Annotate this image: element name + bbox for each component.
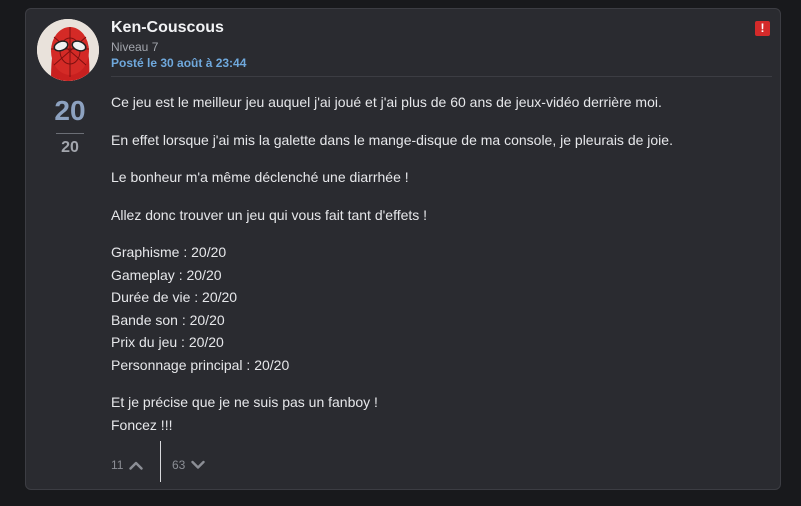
author-level: Niveau 7 — [111, 40, 159, 54]
chevron-up-icon — [129, 461, 144, 470]
rating-item: Prix du jeu : 20/20 — [111, 334, 224, 350]
exclamation-icon: ! — [760, 21, 765, 35]
downvote-count: 63 — [172, 458, 186, 472]
ratings-list: Graphisme : 20/20 Gameplay : 20/20 Durée… — [111, 241, 761, 376]
post-date[interactable]: Posté le 30 août à 23:44 — [111, 56, 246, 70]
closing-line: Foncez !!! — [111, 416, 173, 433]
review-paragraph: Ce jeu est le meilleur jeu auquel j'ai j… — [111, 94, 662, 110]
rating-item: Bande son : 20/20 — [111, 311, 225, 328]
review-score-scale: 20 — [61, 139, 79, 156]
rating-item: Personnage principal : 20/20 — [111, 356, 290, 373]
closing-line: Et je précise que je ne suis pas un fanb… — [111, 394, 378, 410]
upvote-count: 11 — [111, 458, 124, 472]
review-body: Ce jeu est le meilleur jeu auquel j'ai j… — [111, 91, 761, 451]
author-name[interactable]: Ken-Couscous — [111, 19, 224, 37]
spiderman-avatar-icon — [37, 19, 99, 81]
vote-separator — [160, 441, 161, 482]
chevron-down-icon — [191, 460, 206, 469]
review-paragraph: En effet lorsque j'ai mis la galette dan… — [111, 131, 673, 148]
upvote-button[interactable]: 11 — [111, 455, 144, 475]
score-divider — [56, 133, 84, 134]
header-divider — [111, 76, 772, 77]
user-avatar[interactable] — [37, 19, 99, 81]
review-card: Ken-Couscous Niveau 7 Posté le 30 août à… — [25, 8, 781, 490]
downvote-button[interactable]: 63 — [172, 455, 206, 475]
rating-item: Durée de vie : 20/20 — [111, 289, 238, 305]
report-button[interactable]: ! — [755, 21, 770, 36]
rating-item: Graphisme : 20/20 — [111, 244, 227, 260]
closing-paragraph: Et je précise que je ne suis pas un fanb… — [111, 391, 761, 436]
review-paragraph: Le bonheur m'a même déclenché une diarrh… — [111, 169, 409, 185]
review-paragraph: Allez donc trouver un jeu qui vous fait … — [111, 206, 428, 223]
review-score: 20 — [54, 95, 86, 126]
rating-item: Gameplay : 20/20 — [111, 266, 222, 283]
